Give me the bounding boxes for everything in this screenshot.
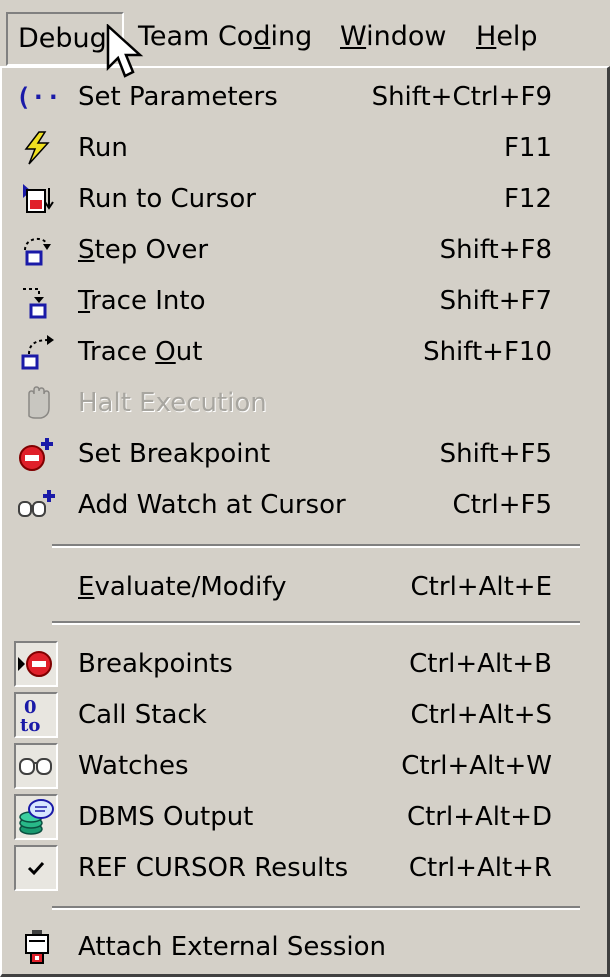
trace-out-icon	[16, 332, 58, 372]
menu-team-coding-label-b: ing	[270, 21, 313, 52]
menu-item-label: Set Breakpoint	[78, 439, 271, 469]
menu-help[interactable]: Help	[466, 12, 548, 66]
menu-item-step-over[interactable]: Step Over Shift+F8	[8, 225, 600, 275]
menu-item-breakpoints[interactable]: Breakpoints Ctrl+Alt+B	[8, 639, 600, 689]
menu-debug[interactable]: Debug	[6, 12, 124, 66]
menu-item-trace-into[interactable]: Trace Into Shift+F7	[8, 276, 600, 326]
menu-item-mnemonic: S	[78, 235, 95, 265]
menu-item-set-parameters[interactable]: (···) Set Parameters Shift+Ctrl+F9	[8, 72, 600, 122]
menu-item-halt-execution: Halt Execution	[8, 378, 600, 428]
halt-hand-icon	[16, 383, 58, 423]
breakpoints-icon	[14, 641, 58, 687]
app-window: Debug Team Coding Window Help (···) Set …	[0, 0, 610, 977]
menu-item-shortcut: Shift+F8	[439, 235, 552, 265]
menu-item-label: Call Stack	[78, 700, 207, 730]
menu-item-label-rest: valuate/Modify	[94, 572, 287, 602]
menu-item-set-breakpoint[interactable]: Set Breakpoint Shift+F5	[8, 429, 600, 479]
menu-item-shortcut: Ctrl+Alt+R	[408, 853, 552, 883]
menu-item-shortcut: Ctrl+Alt+D	[406, 802, 552, 832]
menu-item-shortcut: Ctrl+Alt+B	[409, 649, 552, 679]
svg-text:(···): (···)	[16, 83, 58, 112]
parameters-icon: (···)	[16, 77, 58, 117]
debug-dropdown-menu: (···) Set Parameters Shift+Ctrl+F9 Run F…	[0, 66, 610, 977]
menu-item-shortcut: Shift+F7	[439, 286, 552, 316]
menu-item-label-start: Trace	[78, 337, 156, 367]
run-to-cursor-icon	[16, 179, 58, 219]
menu-item-trace-out[interactable]: Trace Out Shift+F10	[8, 327, 600, 377]
menu-help-mnemonic: H	[476, 21, 497, 52]
menu-item-label: Trace Out	[78, 327, 202, 377]
menu-team-coding-mnemonic: d	[253, 21, 271, 52]
menu-item-shortcut: Ctrl+Alt+W	[401, 751, 552, 781]
menu-item-mnemonic: E	[78, 572, 95, 602]
menu-separator	[52, 544, 580, 548]
menu-item-label: Set Parameters	[78, 82, 278, 112]
menu-item-call-stack[interactable]: 0 to Call Stack Ctrl+Alt+S	[8, 690, 600, 740]
trace-into-icon	[16, 281, 58, 321]
menu-window-mnemonic: W	[340, 21, 367, 52]
menu-window-label: indow	[366, 21, 447, 52]
menu-item-mnemonic: O	[155, 337, 176, 367]
menu-item-label-rest: tep Over	[94, 235, 209, 265]
call-stack-icon: 0 to	[14, 692, 58, 738]
menu-item-label: Evaluate/Modify	[78, 562, 287, 612]
menu-item-label: Step Over	[78, 225, 208, 275]
menu-item-add-watch[interactable]: Add Watch at Cursor Ctrl+F5	[8, 480, 600, 530]
menu-item-shortcut: Ctrl+F5	[452, 490, 552, 520]
menu-item-label: Add Watch at Cursor	[78, 490, 346, 520]
menu-item-label: Breakpoints	[78, 649, 233, 679]
menu-item-shortcut: Ctrl+Alt+E	[410, 572, 552, 602]
menu-item-label: Run to Cursor	[78, 184, 256, 214]
menu-item-mnemonic: T	[78, 286, 91, 316]
menu-item-shortcut: Shift+F10	[423, 337, 552, 367]
menu-window[interactable]: Window	[330, 12, 456, 66]
menu-item-shortcut: F12	[503, 184, 552, 214]
menu-item-evaluate-modify[interactable]: Evaluate/Modify Ctrl+Alt+E	[8, 562, 600, 612]
add-watch-icon	[16, 485, 58, 525]
run-lightning-icon	[16, 128, 58, 168]
watches-icon	[14, 743, 58, 789]
menu-item-attach-external-session[interactable]: Attach External Session	[8, 922, 600, 972]
svg-text:to: to	[20, 715, 40, 734]
menu-debug-label: Debug	[18, 23, 107, 54]
menu-item-label: Halt Execution	[78, 388, 267, 418]
set-breakpoint-icon	[16, 434, 58, 474]
menu-item-label-rest: race Into	[90, 286, 206, 316]
menu-item-label-rest: ut	[175, 337, 203, 367]
menu-item-ref-cursor-results[interactable]: REF CURSOR Results Ctrl+Alt+R	[8, 843, 600, 893]
checkmark-icon	[14, 845, 58, 891]
menu-item-shortcut: Shift+Ctrl+F9	[371, 82, 552, 112]
menu-item-label: Run	[78, 133, 128, 163]
menu-item-run-to-cursor[interactable]: Run to Cursor F12	[8, 174, 600, 224]
menu-item-shortcut: F11	[503, 133, 552, 163]
menu-item-shortcut: Shift+F5	[439, 439, 552, 469]
menu-team-coding-label-a: Team Co	[138, 21, 254, 52]
menu-item-label: Watches	[78, 751, 189, 781]
menu-item-label: REF CURSOR Results	[78, 853, 349, 883]
step-over-icon	[16, 230, 58, 270]
menu-item-label: Trace Into	[78, 276, 206, 326]
menu-separator	[52, 906, 580, 910]
menu-item-run[interactable]: Run F11	[8, 123, 600, 173]
menu-item-label: Attach External Session	[78, 932, 387, 962]
attach-session-icon	[16, 927, 58, 967]
dbms-output-icon	[14, 794, 58, 840]
menu-item-watches[interactable]: Watches Ctrl+Alt+W	[8, 741, 600, 791]
menu-item-shortcut: Ctrl+Alt+S	[410, 700, 552, 730]
menu-item-label: DBMS Output	[78, 802, 254, 832]
menu-help-label: elp	[496, 21, 538, 52]
menu-item-dbms-output[interactable]: DBMS Output Ctrl+Alt+D	[8, 792, 600, 842]
menu-separator	[52, 621, 580, 625]
menu-team-coding[interactable]: Team Coding	[128, 12, 322, 66]
